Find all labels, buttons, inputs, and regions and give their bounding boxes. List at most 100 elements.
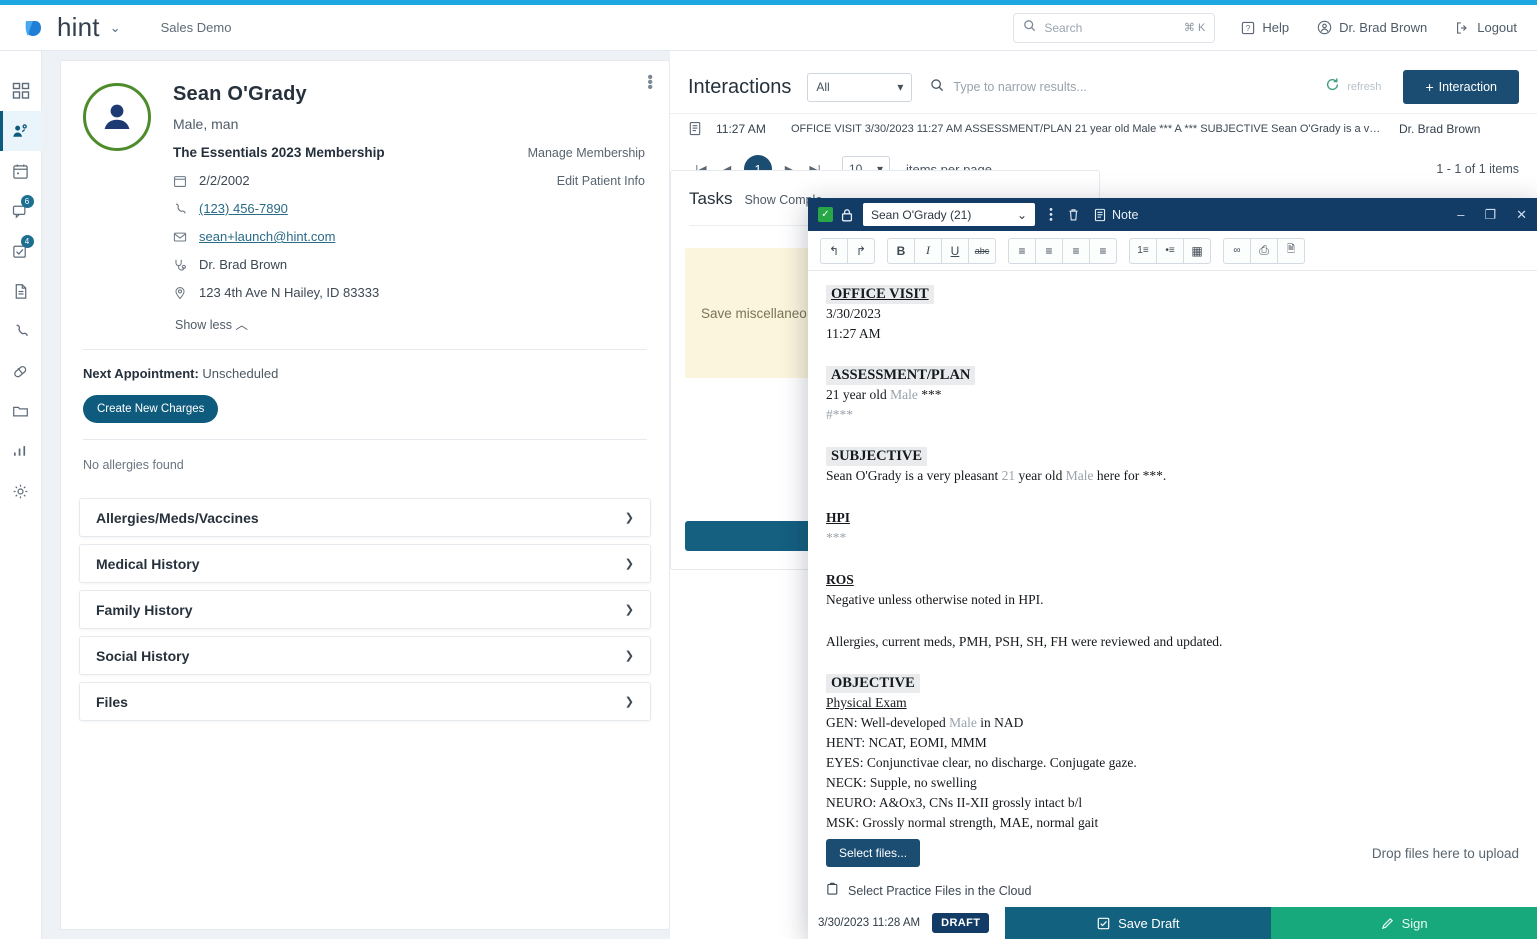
interactions-filter-value: All: [816, 80, 829, 94]
add-interaction-button[interactable]: + Interaction: [1403, 70, 1519, 104]
note-exam-neuro: NEURO: A&Ox3, CNs II-XII grossly intact …: [826, 793, 1519, 813]
note-icon: [1094, 208, 1106, 222]
email-row: sean+launch@hint.com: [173, 229, 645, 244]
assessment-placeholder: Male: [890, 387, 918, 402]
note-timestamp: 3/30/2023 11:28 AM: [818, 917, 920, 929]
chevron-down-icon[interactable]: ⌄: [110, 20, 121, 36]
status-badge: DRAFT: [932, 913, 989, 933]
table-row[interactable]: 11:27 AM OFFICE VISIT 3/30/2023 11:27 AM…: [670, 113, 1537, 143]
edit-patient-info-link[interactable]: Edit Patient Info: [557, 174, 645, 188]
interaction-author: Dr. Brad Brown: [1399, 122, 1519, 136]
patient-phone[interactable]: (123) 456-7890: [199, 201, 288, 216]
align-left-button[interactable]: ≡: [1008, 238, 1036, 264]
interactions-narrow-input[interactable]: Type to narrow results...: [930, 78, 1086, 97]
sidebar-item-messages[interactable]: 6: [0, 191, 42, 231]
section-allergies-meds-vaccines[interactable]: Allergies/Meds/Vaccines ❯: [79, 498, 651, 537]
email-icon: [173, 230, 190, 244]
minimize-button[interactable]: –: [1457, 207, 1464, 222]
note-patient-select[interactable]: Sean O'Grady (21) ⌄: [863, 203, 1035, 226]
note-content[interactable]: OFFICE VISIT 3/30/2023 11:27 AM ASSESSME…: [808, 271, 1537, 831]
divider: [83, 349, 647, 350]
link-icon[interactable]: ∞: [1223, 238, 1251, 264]
next-appointment: Next Appointment: Unscheduled: [83, 366, 647, 381]
bullet-list-button[interactable]: •≡: [1156, 238, 1184, 264]
sign-label: Sign: [1402, 916, 1428, 931]
chevron-down-icon: ▾: [897, 80, 903, 94]
align-justify-button[interactable]: ≡: [1089, 238, 1117, 264]
align-center-button[interactable]: ≡: [1035, 238, 1063, 264]
sidebar-item-reports[interactable]: [0, 431, 42, 471]
save-icon: [1097, 917, 1110, 930]
search-input[interactable]: Search ⌘ K: [1013, 13, 1215, 43]
section-family-history[interactable]: Family History ❯: [79, 590, 651, 629]
section-files[interactable]: Files ❯: [79, 682, 651, 721]
save-draft-button[interactable]: Save Draft: [1005, 907, 1271, 939]
create-new-charges-button[interactable]: Create New Charges: [83, 395, 218, 423]
select-files-button[interactable]: Select files...: [826, 839, 920, 867]
note-status-check-icon[interactable]: ✓: [818, 207, 833, 222]
section-medical-history[interactable]: Medical History ❯: [79, 544, 651, 583]
brand[interactable]: hint ⌄: [22, 12, 121, 43]
section-label: Medical History: [96, 556, 199, 572]
interactions-title: Interactions: [688, 76, 791, 99]
sidebar-item-patients[interactable]: [0, 111, 42, 151]
italic-button[interactable]: I: [914, 238, 942, 264]
note-heading-office-visit: OFFICE VISIT: [826, 285, 934, 304]
sidebar-item-settings[interactable]: [0, 471, 42, 511]
refresh-icon: [1325, 77, 1340, 97]
patient-email[interactable]: sean+launch@hint.com: [199, 229, 335, 244]
sidebar-item-tasks[interactable]: 4: [0, 231, 42, 271]
user-menu[interactable]: Dr. Brad Brown: [1317, 20, 1427, 35]
sidebar-item-calendar[interactable]: [0, 151, 42, 191]
refresh-button[interactable]: refresh: [1325, 77, 1381, 97]
window-controls: – ❐ ✕: [1437, 207, 1527, 223]
table-button[interactable]: ▦: [1183, 238, 1211, 264]
sidebar-item-files[interactable]: [0, 391, 42, 431]
save-draft-label: Save Draft: [1118, 916, 1179, 931]
section-social-history[interactable]: Social History ❯: [79, 636, 651, 675]
chevron-down-icon: ❯: [625, 649, 634, 662]
undo-icon[interactable]: ↰: [820, 238, 848, 264]
cloud-files-row[interactable]: Select Practice Files in the Cloud: [808, 875, 1537, 907]
phone-row: (123) 456-7890: [173, 201, 645, 216]
interactions-filter-select[interactable]: All ▾: [807, 73, 912, 102]
help-button[interactable]: ? Help: [1241, 20, 1289, 35]
sidebar-item-prescriptions[interactable]: [0, 351, 42, 391]
sidebar-item-documents[interactable]: [0, 271, 42, 311]
show-less-toggle[interactable]: Show less ︿: [175, 314, 645, 333]
note-icon: [688, 121, 702, 136]
patient-card-menu-icon[interactable]: •••: [647, 75, 653, 90]
sign-button[interactable]: Sign: [1271, 907, 1537, 939]
interaction-time: 11:27 AM: [716, 122, 791, 136]
align-right-button[interactable]: ≡: [1062, 238, 1090, 264]
section-label: Files: [96, 694, 128, 710]
template-icon[interactable]: 🗎: [1277, 238, 1305, 264]
interaction-summary: OFFICE VISIT 3/30/2023 11:27 AM ASSESSME…: [791, 123, 1399, 135]
patient-provider: Dr. Brad Brown: [199, 257, 287, 272]
sidebar-item-dashboard[interactable]: [0, 71, 42, 111]
note-exam-hent: HENT: NCAT, EOMI, MMM: [826, 733, 1519, 753]
lock-icon[interactable]: [841, 208, 853, 222]
subjective-suffix: here for ***.: [1094, 468, 1167, 483]
bold-button[interactable]: B: [887, 238, 915, 264]
sidebar-nav: 6 4: [0, 51, 42, 939]
delete-note-icon[interactable]: [1067, 208, 1080, 222]
logout-icon: [1455, 21, 1470, 35]
logout-button[interactable]: Logout: [1455, 20, 1517, 35]
patient-address: 123 4th Ave N Hailey, ID 83333: [199, 285, 379, 300]
phone-icon: [13, 323, 29, 340]
app-header: hint ⌄ Sales Demo Search ⌘ K ?: [0, 5, 1537, 51]
print-icon[interactable]: ⎙: [1250, 238, 1278, 264]
strikethrough-button[interactable]: abc: [968, 238, 996, 264]
sidebar-item-calls[interactable]: [0, 311, 42, 351]
ordered-list-button[interactable]: 1≡: [1129, 238, 1157, 264]
maximize-button[interactable]: ❐: [1484, 207, 1496, 223]
underline-button[interactable]: U: [941, 238, 969, 264]
logout-label: Logout: [1477, 20, 1517, 35]
practice-name: Sales Demo: [161, 20, 232, 35]
redo-icon[interactable]: ↱: [847, 238, 875, 264]
note-menu-icon[interactable]: [1049, 207, 1053, 222]
manage-membership-link[interactable]: Manage Membership: [528, 146, 645, 160]
close-button[interactable]: ✕: [1516, 207, 1527, 223]
subjective-mid: year old: [1015, 468, 1066, 483]
